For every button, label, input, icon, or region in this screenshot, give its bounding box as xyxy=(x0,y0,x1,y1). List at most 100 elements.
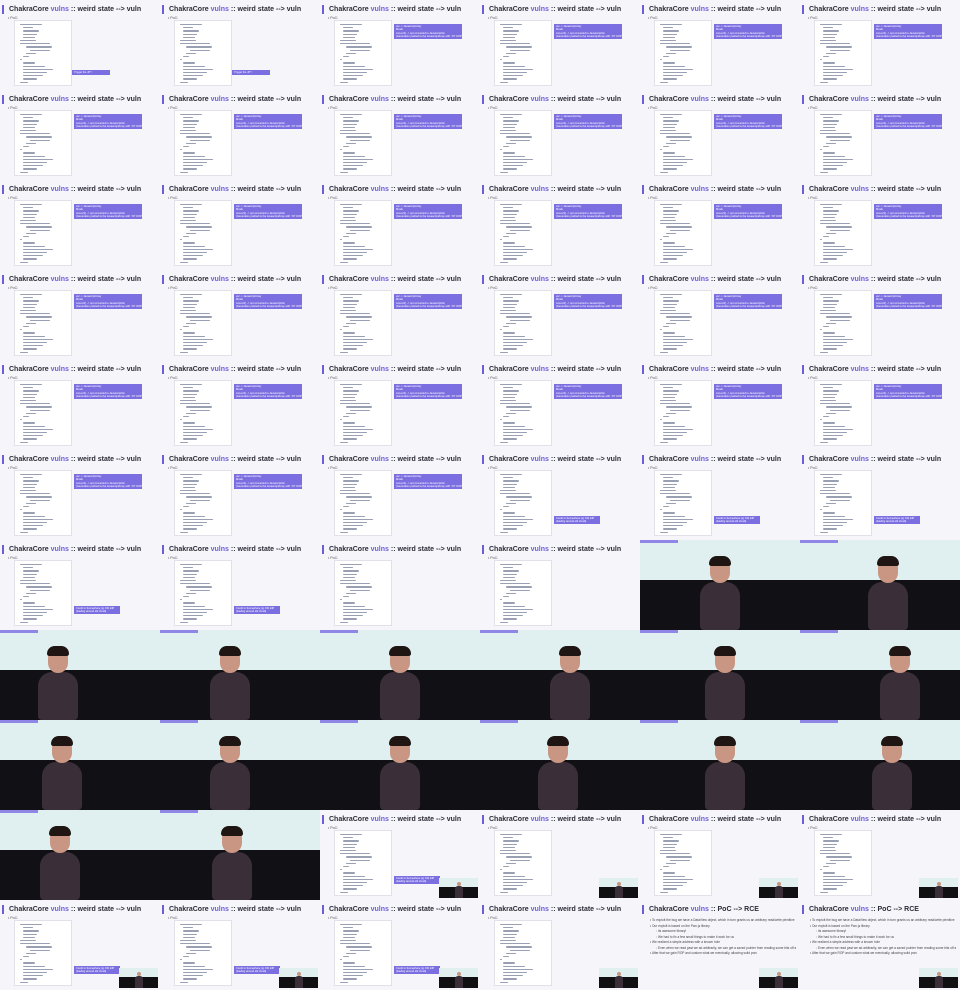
video-thumbnail[interactable]: ChakraCore vulns :: weird state --> vuln… xyxy=(640,0,800,90)
code-line xyxy=(343,837,353,839)
callout-javascriptarray: var -> JavascriptArray Mvals convert() -> … xyxy=(74,474,142,489)
video-thumbnail[interactable]: ChakraCore vulns :: weird state --> vuln… xyxy=(0,450,160,540)
code-line xyxy=(180,981,188,983)
video-thumbnail[interactable]: ChakraCore vulns :: PoC --> RCE • To expl… xyxy=(640,900,800,990)
slide-title-suffix: :: weird state --> vuln xyxy=(710,276,782,283)
code-line xyxy=(343,68,373,71)
code-line xyxy=(503,576,515,579)
code-line xyxy=(820,59,822,61)
video-thumbnail[interactable]: ChakraCore vulns :: weird state --> vuln… xyxy=(160,0,320,90)
video-thumbnail[interactable]: ChakraCore vulns :: PoC --> RCE • To expl… xyxy=(800,900,960,990)
code-line xyxy=(23,486,35,489)
video-thumbnail[interactable]: ChakraCore vulns :: weird state --> vuln… xyxy=(480,0,640,90)
video-thumbnail[interactable]: ChakraCore vulns :: weird state --> vuln… xyxy=(800,90,960,180)
video-thumbnail[interactable] xyxy=(160,630,320,720)
code-line xyxy=(823,65,845,67)
video-thumbnail[interactable]: ChakraCore vulns :: weird state --> vuln… xyxy=(160,90,320,180)
video-thumbnail[interactable]: ChakraCore vulns :: weird state --> vuln… xyxy=(0,360,160,450)
video-thumbnail[interactable]: ChakraCore vulns :: weird state --> vuln… xyxy=(320,180,480,270)
callout-line: (Generation pushed to the JavascriptArra… xyxy=(556,394,622,398)
video-thumbnail[interactable]: ChakraCore vulns :: weird state --> vuln… xyxy=(640,180,800,270)
video-thumbnail[interactable] xyxy=(800,720,960,810)
video-thumbnail[interactable]: ChakraCore vulns :: weird state --> vuln… xyxy=(0,0,160,90)
video-thumbnail[interactable] xyxy=(320,630,480,720)
video-thumbnail[interactable]: ChakraCore vulns :: weird state --> vuln… xyxy=(480,900,640,990)
video-thumbnail[interactable]: ChakraCore vulns :: weird state --> vuln… xyxy=(160,180,320,270)
video-thumbnail[interactable] xyxy=(0,630,160,720)
video-thumbnail[interactable]: ChakraCore vulns :: weird state --> vuln… xyxy=(800,360,960,450)
speaker-hair xyxy=(51,736,73,746)
video-thumbnail[interactable]: ChakraCore vulns :: weird state --> vuln… xyxy=(640,360,800,450)
code-line xyxy=(340,599,342,601)
video-thumbnail[interactable]: ChakraCore vulns :: weird state --> vuln… xyxy=(160,540,320,630)
video-thumbnail[interactable]: ChakraCore vulns :: weird state --> vuln… xyxy=(0,90,160,180)
video-thumbnail[interactable]: ChakraCore vulns :: weird state --> vuln… xyxy=(320,810,480,900)
callout-javascriptarray: var -> JavascriptArray Mvals convert() -> … xyxy=(554,294,622,309)
video-thumbnail[interactable] xyxy=(480,630,640,720)
code-line xyxy=(663,255,683,257)
video-thumbnail[interactable]: ChakraCore vulns :: weird state --> vuln… xyxy=(320,270,480,360)
video-thumbnail[interactable]: ChakraCore vulns :: weird state --> vuln… xyxy=(160,360,320,450)
video-thumbnail[interactable]: ChakraCore vulns :: weird state --> vuln… xyxy=(480,270,640,360)
video-thumbnail[interactable]: ChakraCore vulns :: weird state --> vuln… xyxy=(800,0,960,90)
video-thumbnail[interactable]: ChakraCore vulns :: weird state --> vuln… xyxy=(0,900,160,990)
poc-bullet: • After that we gain ROP and custom what… xyxy=(810,951,917,955)
code-line xyxy=(343,213,357,215)
video-thumbnail[interactable]: ChakraCore vulns :: weird state --> vuln… xyxy=(320,450,480,540)
video-thumbnail[interactable]: ChakraCore vulns :: weird state --> vuln… xyxy=(0,180,160,270)
video-thumbnail[interactable]: ChakraCore vulns :: weird state --> vuln… xyxy=(320,0,480,90)
code-line xyxy=(23,326,29,328)
video-thumbnail[interactable]: ChakraCore vulns :: weird state --> vuln… xyxy=(480,90,640,180)
video-thumbnail[interactable]: ChakraCore vulns :: weird state --> vuln… xyxy=(0,270,160,360)
video-thumbnail[interactable]: ChakraCore vulns :: weird state --> vuln… xyxy=(480,540,640,630)
video-thumbnail[interactable] xyxy=(320,720,480,810)
video-thumbnail[interactable] xyxy=(0,720,160,810)
video-thumbnail[interactable] xyxy=(480,720,640,810)
speaker xyxy=(28,646,88,720)
video-thumbnail[interactable] xyxy=(160,720,320,810)
video-thumbnail[interactable]: ChakraCore vulns :: weird state --> vuln… xyxy=(800,270,960,360)
video-thumbnail[interactable]: ChakraCore vulns :: weird state --> vuln… xyxy=(160,450,320,540)
video-thumbnail[interactable]: ChakraCore vulns :: weird state --> vuln… xyxy=(480,360,640,450)
video-thumbnail[interactable]: ChakraCore vulns :: weird state --> vuln… xyxy=(640,270,800,360)
video-thumbnail[interactable]: ChakraCore vulns :: weird state --> vuln… xyxy=(320,540,480,630)
video-thumbnail[interactable]: ChakraCore vulns :: weird state --> vuln… xyxy=(640,90,800,180)
slide-title-suffix: :: PoC --> RCE xyxy=(870,906,919,913)
video-thumbnail[interactable] xyxy=(160,810,320,900)
code-line xyxy=(500,24,522,26)
code-line xyxy=(183,242,195,244)
video-thumbnail[interactable]: ChakraCore vulns :: weird state --> vuln… xyxy=(160,270,320,360)
code-line xyxy=(23,965,45,967)
video-thumbnail[interactable]: ChakraCore vulns :: weird state --> vuln… xyxy=(0,540,160,630)
video-thumbnail[interactable]: ChakraCore vulns :: weird state --> vuln… xyxy=(480,810,640,900)
slide-title-accent: vulns xyxy=(690,906,709,913)
video-thumbnail[interactable]: ChakraCore vulns :: weird state --> vuln… xyxy=(320,900,480,990)
video-thumbnail[interactable] xyxy=(640,630,800,720)
video-thumbnail[interactable]: ChakraCore vulns :: weird state --> vuln… xyxy=(320,360,480,450)
code-line xyxy=(663,248,693,251)
video-thumbnail[interactable]: ChakraCore vulns :: weird state --> vuln… xyxy=(800,810,960,900)
video-thumbnail[interactable] xyxy=(640,720,800,810)
thumbnail-grid: ChakraCore vulns :: weird state --> vuln… xyxy=(0,0,960,990)
video-thumbnail[interactable] xyxy=(800,540,960,630)
code-line xyxy=(663,158,693,161)
code-line xyxy=(340,294,362,296)
code-line xyxy=(350,229,370,231)
code-line xyxy=(20,509,22,511)
video-thumbnail[interactable] xyxy=(640,540,800,630)
code-line xyxy=(503,512,515,514)
video-thumbnail[interactable]: ChakraCore vulns :: weird state --> vuln… xyxy=(160,900,320,990)
code-line xyxy=(346,226,372,228)
video-thumbnail[interactable]: ChakraCore vulns :: weird state --> vuln… xyxy=(320,90,480,180)
video-thumbnail[interactable]: ChakraCore vulns :: weird state --> vuln… xyxy=(640,810,800,900)
code-line xyxy=(503,152,515,154)
video-thumbnail[interactable]: ChakraCore vulns :: weird state --> vuln… xyxy=(480,450,640,540)
code-block xyxy=(494,290,552,356)
video-thumbnail[interactable] xyxy=(800,630,960,720)
video-thumbnail[interactable]: ChakraCore vulns :: weird state --> vuln… xyxy=(800,180,960,270)
slide-title: ChakraCore vulns :: weird state --> vuln xyxy=(489,95,621,104)
video-thumbnail[interactable]: ChakraCore vulns :: weird state --> vuln… xyxy=(800,450,960,540)
video-thumbnail[interactable]: ChakraCore vulns :: weird state --> vuln… xyxy=(480,180,640,270)
video-thumbnail[interactable] xyxy=(0,810,160,900)
video-thumbnail[interactable]: ChakraCore vulns :: weird state --> vuln… xyxy=(640,450,800,540)
